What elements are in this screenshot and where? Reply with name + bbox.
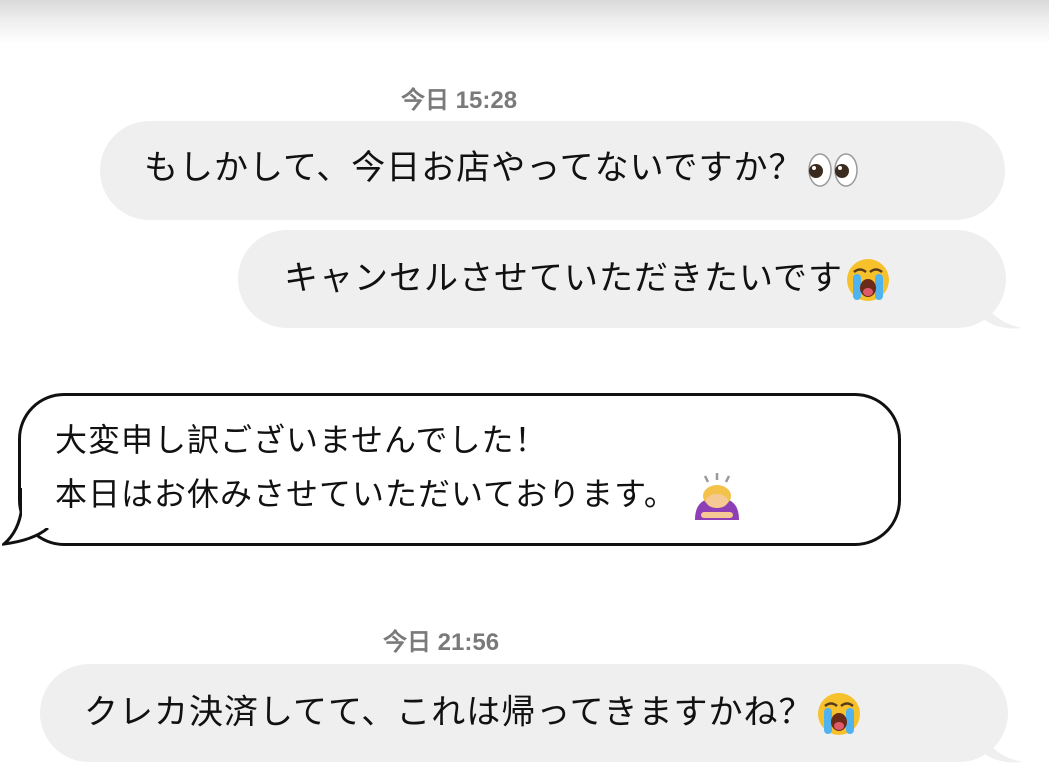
message-text: もしかして、今日お店やってないですか？ [144,148,860,190]
message-bubble-cancel-request[interactable]: キャンセルさせていただきたいです [238,230,1006,328]
message-bubble-shop-reply[interactable]: 大変申し訳ございませんでした！ 本日はお休みさせていただいております。 [18,393,901,546]
bubble-tail [982,730,1022,763]
reply-line-1: 大変申し訳ございませんでした！ [55,421,548,459]
eyes-icon [807,152,858,187]
loudly-crying-face-icon [846,259,889,301]
loudly-crying-face-icon [817,693,860,735]
message-bubble-closed-question[interactable]: もしかして、今日お店やってないですか？ [100,121,1005,220]
top-shadow [0,0,1049,44]
reply-line-2: 本日はお休みさせていただいております。 [55,468,743,522]
bubble-tail [2,488,50,546]
message-text: クレカ決済してて、これは帰ってきますかね？ [84,691,862,737]
message-bubble-refund-question[interactable]: クレカ決済してて、これは帰ってきますかね？ [40,664,1008,762]
timestamp-2156: 今日 21:56 [383,629,500,656]
bubble-tail [982,296,1022,329]
timestamp-1528: 今日 15:28 [401,87,518,114]
message-text: キャンセルさせていただきたいです [284,257,891,303]
person-bowing-icon [694,473,739,520]
